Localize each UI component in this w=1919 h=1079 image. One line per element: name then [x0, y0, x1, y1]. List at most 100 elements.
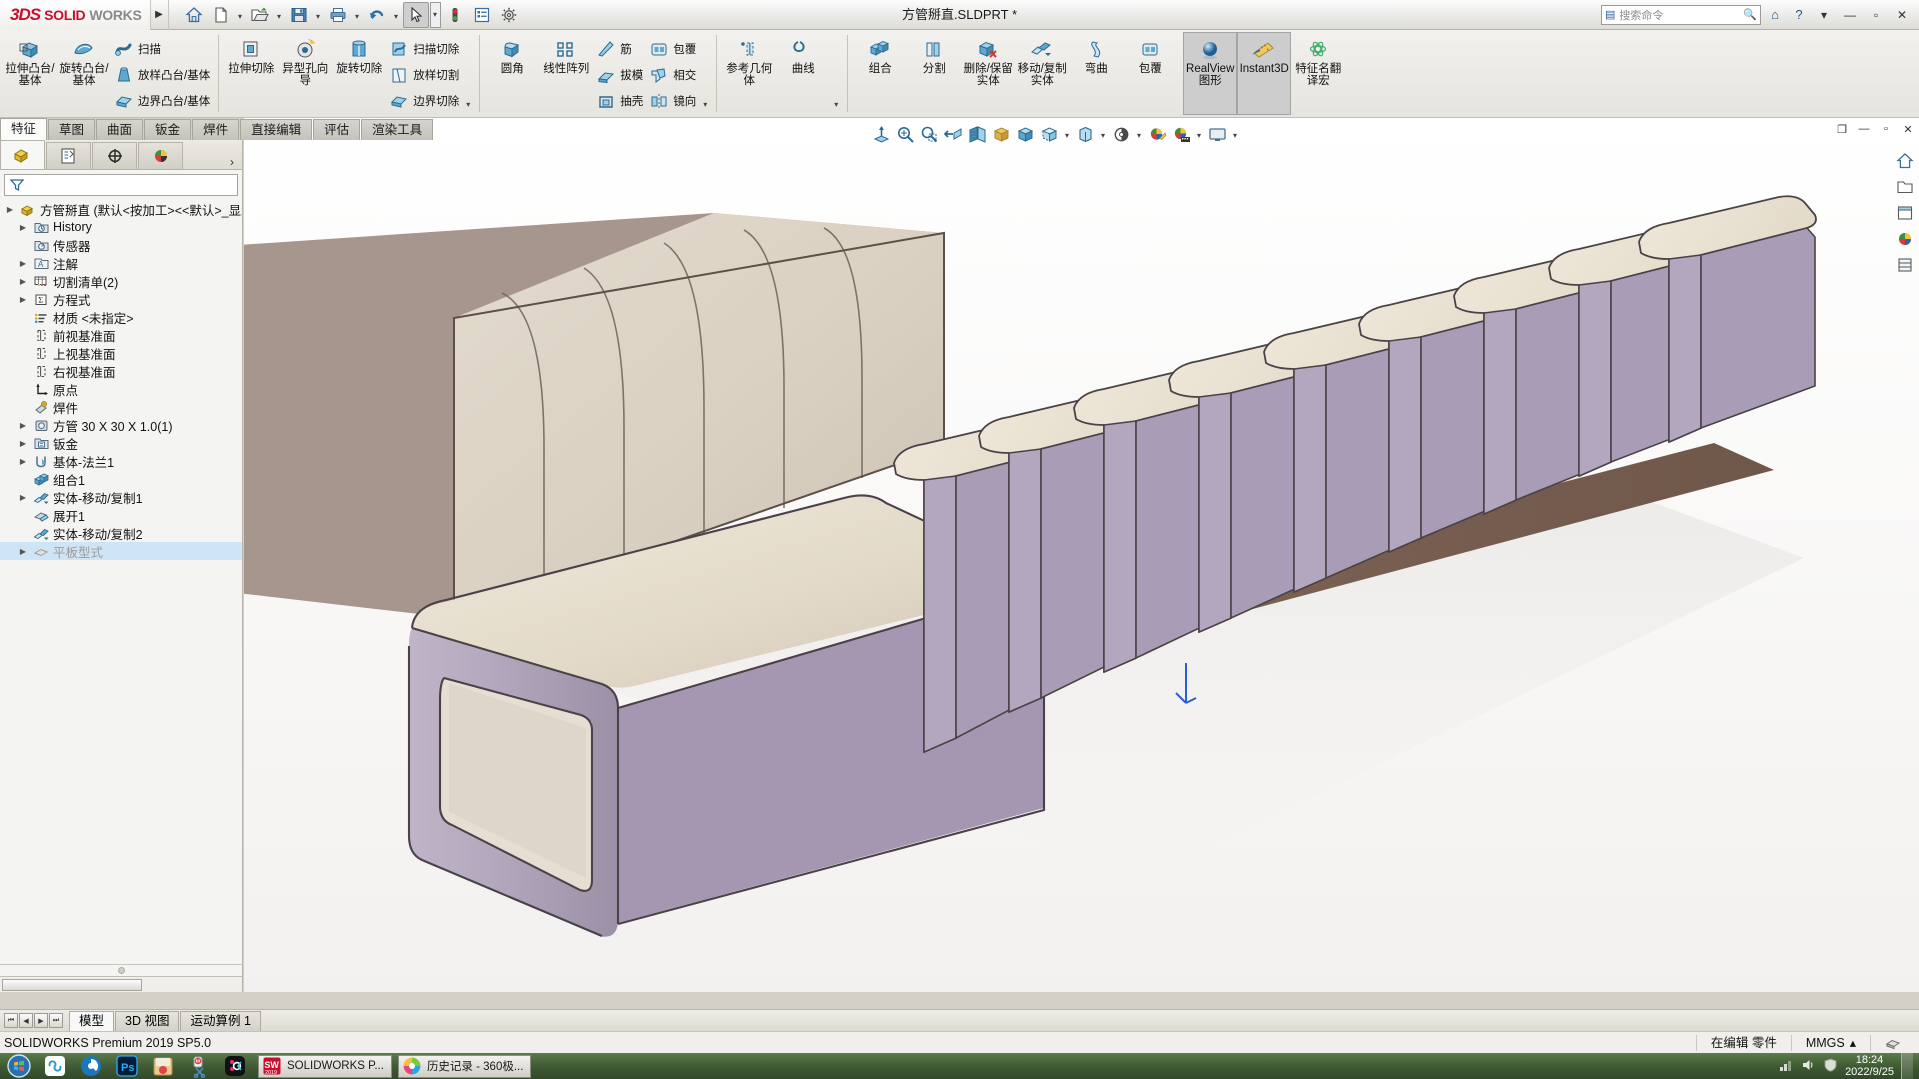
- scrollbar-thumb[interactable]: [2, 978, 142, 991]
- sweep-cut-button[interactable]: 扫描切除: [386, 36, 462, 62]
- hole-wizard-button[interactable]: 异型孔向导: [278, 32, 332, 115]
- graphics-area[interactable]: y x z: [244, 118, 1919, 992]
- revolve-boss-button[interactable]: 旋转凸台/基体: [57, 32, 111, 115]
- feature-tree-tab[interactable]: [0, 140, 45, 169]
- tree-item-move-copy-1[interactable]: ▶ 实体-移动/复制1: [0, 488, 242, 506]
- tree-horizontal-scrollbar[interactable]: [0, 976, 242, 992]
- view-home-icon[interactable]: [1894, 150, 1916, 172]
- hide-show-cube-icon[interactable]: [1074, 122, 1096, 146]
- tab-next-button[interactable]: ▶: [34, 1013, 48, 1028]
- curves-button[interactable]: 曲线: [776, 32, 830, 115]
- document-maximize-button[interactable]: ▫: [1879, 122, 1893, 136]
- appearance-caret-icon[interactable]: ▾: [1134, 122, 1144, 146]
- document-close-button[interactable]: ✕: [1901, 122, 1915, 136]
- linear-pattern-button[interactable]: 线性阵列: [539, 32, 593, 115]
- menu-expand-arrow-icon[interactable]: ▶: [151, 0, 169, 30]
- tree-item-cutlist[interactable]: ▶ 切割清单(2): [0, 272, 242, 290]
- tab-model[interactable]: 模型: [69, 1010, 115, 1031]
- undo-icon[interactable]: [364, 2, 390, 28]
- mirror-button[interactable]: 镜向: [646, 88, 699, 114]
- tab-prev-button[interactable]: ◀: [19, 1013, 33, 1028]
- display-pane-icon[interactable]: [1894, 254, 1916, 276]
- save-icon[interactable]: [286, 2, 312, 28]
- tree-item-sensors[interactable]: ▶ 传感器: [0, 236, 242, 254]
- apply-appearance-icon[interactable]: [1146, 122, 1168, 146]
- document-restore-button[interactable]: ❐: [1835, 122, 1849, 136]
- feature-tree[interactable]: ▶ 方管掰直 (默认<按加工><<默认>_显示 ▶ History ▶ 传感器 …: [0, 198, 242, 964]
- open-folder-icon[interactable]: [247, 2, 273, 28]
- apply-scene-icon[interactable]: [1170, 122, 1192, 146]
- search-command-box[interactable]: ▤ 搜索命令 🔍: [1601, 4, 1761, 25]
- instant3d-button[interactable]: Instant3D: [1237, 32, 1292, 115]
- expand-arrow-icon[interactable]: ▶: [17, 223, 29, 232]
- zoom-in-out-icon[interactable]: [918, 122, 940, 146]
- units-caret-icon[interactable]: ▴: [1850, 1035, 1856, 1051]
- hide-show-caret-icon[interactable]: ▾: [1098, 122, 1108, 146]
- maximize-button[interactable]: ▫: [1865, 4, 1887, 26]
- appearances-icon[interactable]: [1894, 228, 1916, 250]
- tree-item-unfold1[interactable]: ▶ 展开1: [0, 506, 242, 524]
- tab-evaluate[interactable]: 评估: [313, 119, 361, 140]
- view-orientation-icon[interactable]: [990, 122, 1012, 146]
- zoom-to-area-icon[interactable]: [894, 122, 916, 146]
- expand-arrow-icon[interactable]: ▶: [17, 547, 29, 556]
- tab-first-button[interactable]: ⏮: [4, 1013, 18, 1028]
- select-pointer-icon[interactable]: [402, 1, 429, 28]
- taskbar-window-browser[interactable]: 历史记录 - 360极...: [397, 1054, 532, 1078]
- realview-button[interactable]: RealView 图形: [1183, 32, 1238, 115]
- draft-button[interactable]: 拔模: [593, 62, 646, 88]
- taskbar-window-solidworks[interactable]: SW 2019 SOLIDWORKS P...: [258, 1054, 392, 1078]
- options-list-icon[interactable]: [469, 2, 495, 28]
- reference-group-caret-icon[interactable]: ▾: [830, 32, 842, 115]
- search-input[interactable]: 搜索命令: [1619, 7, 1739, 23]
- configuration-manager-tab[interactable]: [92, 142, 137, 169]
- feature-tree-filter[interactable]: [4, 174, 238, 196]
- tab-motion-study[interactable]: 运动算例 1: [180, 1010, 261, 1031]
- folder-app-icon[interactable]: [146, 1054, 180, 1078]
- extrude-cut-button[interactable]: 拉伸切除: [224, 32, 278, 115]
- tree-item-base-flange[interactable]: ▶ 基体-法兰1: [0, 452, 242, 470]
- view-settings-monitor-icon[interactable]: [1206, 122, 1228, 146]
- print-icon[interactable]: [325, 2, 351, 28]
- open-caret-icon[interactable]: ▾: [274, 2, 285, 28]
- shield-icon[interactable]: [1823, 1057, 1838, 1075]
- undo-caret-icon[interactable]: ▾: [391, 2, 402, 28]
- panel-icon[interactable]: [1894, 202, 1916, 224]
- search-dropdown-icon[interactable]: ▤: [1605, 8, 1615, 21]
- save-caret-icon[interactable]: ▾: [313, 2, 324, 28]
- status-units[interactable]: MMGS ▴: [1790, 1034, 1870, 1051]
- delete-keep-body-button[interactable]: 删除/保留实体: [961, 32, 1015, 115]
- home-icon[interactable]: [181, 2, 207, 28]
- expand-arrow-icon[interactable]: ▶: [17, 277, 29, 286]
- split-button[interactable]: 分割: [907, 32, 961, 115]
- panel-splitter[interactable]: [0, 964, 242, 976]
- display-style-caret-icon[interactable]: ▾: [1062, 122, 1072, 146]
- expand-arrow-icon[interactable]: ▶: [17, 295, 29, 304]
- tree-item-annotations[interactable]: ▶ A 注解: [0, 254, 242, 272]
- tab-surfaces[interactable]: 曲面: [96, 119, 144, 140]
- tree-item-equations[interactable]: ▶ Σ 方程式: [0, 290, 242, 308]
- new-folder-icon[interactable]: [1894, 176, 1916, 198]
- camera-app-icon[interactable]: [74, 1054, 108, 1078]
- expand-arrow-icon[interactable]: ▶: [17, 439, 29, 448]
- tree-item-flat-pattern[interactable]: ▶ 平板型式: [0, 542, 242, 560]
- tree-item-history[interactable]: ▶ History: [0, 218, 242, 236]
- zoom-to-fit-icon[interactable]: [870, 122, 892, 146]
- tree-item-origin[interactable]: ▶ 原点: [0, 380, 242, 398]
- expand-arrow-icon[interactable]: ▶: [17, 259, 29, 268]
- boundary-boss-button[interactable]: 边界凸台/基体: [111, 88, 213, 114]
- fillet-button[interactable]: 圆角: [485, 32, 539, 115]
- previous-view-icon[interactable]: [942, 122, 964, 146]
- extrude-boss-button[interactable]: 拉伸凸台/基体: [3, 32, 57, 115]
- loft-boss-button[interactable]: 放样凸台/基体: [111, 62, 213, 88]
- tree-item-structural-member[interactable]: ▶ 方管 30 X 30 X 1.0(1): [0, 416, 242, 434]
- taskbar-clock[interactable]: 18:24 2022/9/25: [1845, 1054, 1894, 1078]
- document-minimize-button[interactable]: —: [1857, 122, 1871, 136]
- tab-direct-editing[interactable]: 直接编辑: [240, 119, 313, 140]
- macro-button[interactable]: 特征名翻译宏: [1291, 32, 1345, 115]
- model-viewport[interactable]: [244, 118, 1919, 992]
- print-caret-icon[interactable]: ▾: [352, 2, 363, 28]
- status-overlay-icon[interactable]: [1870, 1034, 1915, 1051]
- expand-arrow-icon[interactable]: ▶: [17, 493, 29, 502]
- show-desktop-button[interactable]: [1901, 1053, 1913, 1079]
